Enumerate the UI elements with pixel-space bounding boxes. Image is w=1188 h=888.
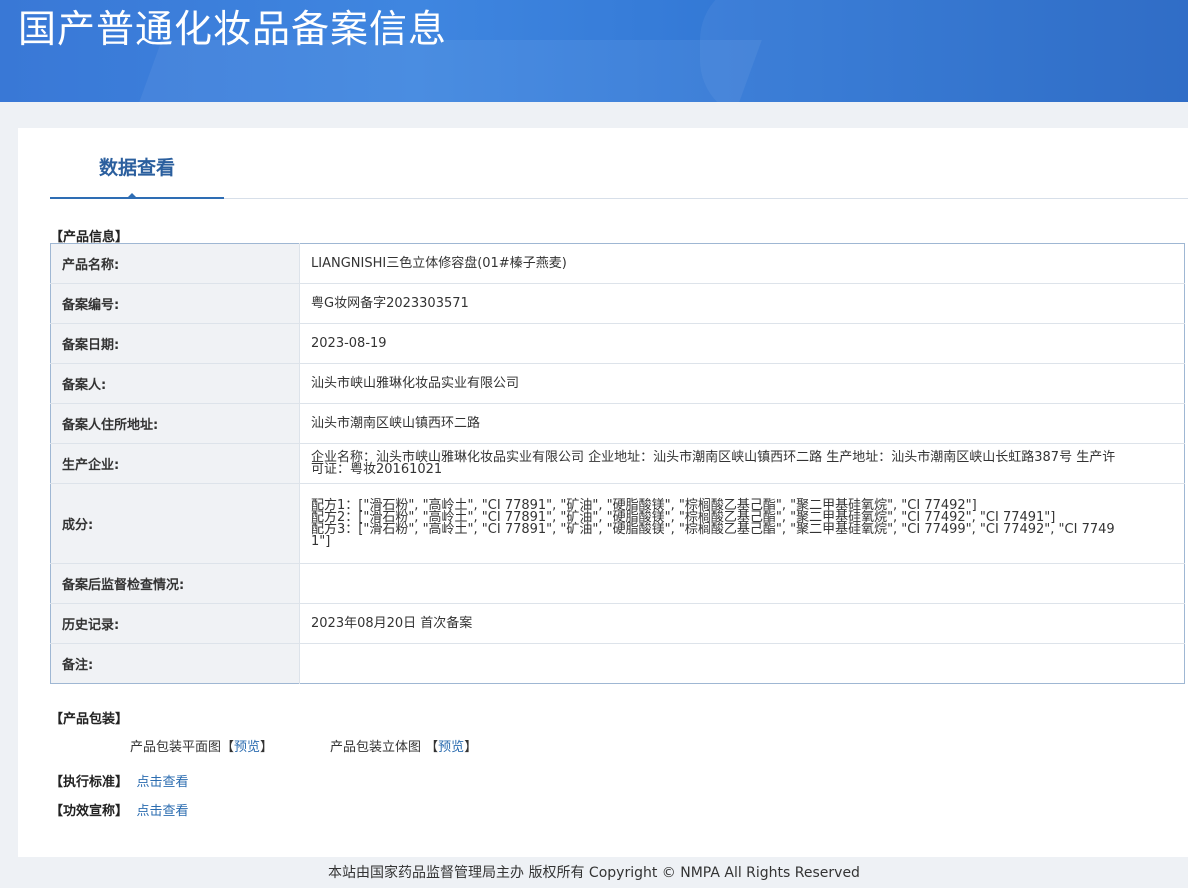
header-banner: 国产普通化妆品备案信息 [0,0,1188,102]
row-label: 生产企业: [50,443,300,484]
bracket-close: 】 [260,740,274,755]
product-info-table: 产品名称: LIANGNISHI三色立体修容盘(01#榛子燕麦) 备案编号: 粤G妆网… [50,243,1185,684]
table-row: 备注: [50,643,1185,684]
standard-view-link[interactable]: 点击查看 [137,775,189,790]
packaging-flat-preview-link[interactable]: 预览 [234,740,260,755]
packaging-solid-preview-link[interactable]: 预览 [438,740,464,755]
row-label: 历史记录: [50,603,300,644]
bracket-open: 【 [221,740,235,755]
table-row: 备案编号: 粤G妆网备字2023303571 [50,283,1185,324]
efficacy-view-link[interactable]: 点击查看 [137,804,189,819]
content-panel: 数据查看 【产品信息】 产品名称: LIANGNISHI三色立体修容盘(01#榛子… [18,128,1188,857]
row-label: 备案后监督检查情况: [50,563,300,604]
table-row: 产品名称: LIANGNISHI三色立体修容盘(01#榛子燕麦) [50,243,1185,284]
packaging-solid-item: 产品包装立体图 【预览】 [330,736,477,755]
row-label: 备案日期: [50,323,300,364]
table-row: 成分: 配方1：["滑石粉", "高岭土", "CI 77891", "矿油", … [50,483,1185,564]
row-value-line: 粤G妆网备字2023303571 [311,295,469,311]
tab-active-indicator [126,193,138,199]
row-label: 成分: [50,483,300,564]
banner-decoration [700,0,1188,102]
row-value-line: 汕头市峡山雅琳化妆品实业有限公司 [311,375,520,391]
row-label: 备案人住所地址: [50,403,300,444]
row-label: 产品名称: [50,243,300,284]
tab-bar: 数据查看 [50,142,1188,199]
row-value-line: 2023年08月20日 首次备案 [311,615,473,631]
row-label: 备案人: [50,363,300,404]
row-label: 备案编号: [50,283,300,324]
row-value: LIANGNISHI三色立体修容盘(01#榛子燕麦) [299,243,1185,284]
row-value: 汕头市峡山雅琳化妆品实业有限公司 [299,363,1185,404]
row-value [300,644,1185,684]
row-value: 汕头市潮南区峡山镇西环二路 [299,403,1185,444]
table-row: 备案后监督检查情况: [50,563,1185,604]
packaging-solid-label: 产品包装立体图 [330,740,422,755]
row-value: 粤G妆网备字2023303571 [299,283,1185,324]
row-value-line: 2023-08-19 [311,335,387,351]
row-value: 配方1：["滑石粉", "高岭土", "CI 77891", "矿油", "硬脂… [299,483,1185,564]
efficacy-section: 【功效宣称】 点击查看 [50,800,189,819]
table-row: 备案日期: 2023-08-19 [50,323,1185,364]
row-label: 备注: [50,643,300,684]
page-title: 国产普通化妆品备案信息 [18,7,448,51]
packaging-heading: 【产品包装】 [50,712,129,727]
table-row: 历史记录: 2023年08月20日 首次备案 [50,603,1185,644]
row-value-line: 配方3：["滑石粉", "高岭土", "CI 77891", "矿油", "硬脂… [311,521,1115,549]
table-row: 备案人住所地址: 汕头市潮南区峡山镇西环二路 [50,403,1185,444]
bracket-close: 】 [464,740,478,755]
packaging-flat-item: 产品包装平面图【预览】 [130,736,273,755]
table-row: 生产企业: 企业名称：汕头市峡山雅琳化妆品实业有限公司 企业地址：汕头市潮南区峡山… [50,443,1185,484]
table-row: 备案人: 汕头市峡山雅琳化妆品实业有限公司 [50,363,1185,404]
standard-heading: 【执行标准】 [50,775,129,790]
tab-data-view[interactable]: 数据查看 [50,142,224,199]
row-value-line: 汕头市潮南区峡山镇西环二路 [311,415,481,431]
row-value-line: 企业名称：汕头市峡山雅琳化妆品实业有限公司 企业地址：汕头市潮南区峡山镇西环二路… [311,449,1116,477]
footer: 本站由国家药品监督管理局主办 版权所有 Copyright © NMPA All… [328,865,860,881]
standard-section: 【执行标准】 点击查看 [50,771,189,790]
packaging-flat-label: 产品包装平面图 [130,740,222,755]
row-value: 企业名称：汕头市峡山雅琳化妆品实业有限公司 企业地址：汕头市潮南区峡山镇西环二路… [299,443,1185,484]
row-value: 2023年08月20日 首次备案 [299,603,1185,644]
row-value [299,563,1185,604]
row-value-line: LIANGNISHI三色立体修容盘(01#榛子燕麦) [311,255,567,271]
bracket-open: 【 [425,740,439,755]
row-value: 2023-08-19 [299,323,1185,364]
efficacy-heading: 【功效宣称】 [50,804,129,819]
